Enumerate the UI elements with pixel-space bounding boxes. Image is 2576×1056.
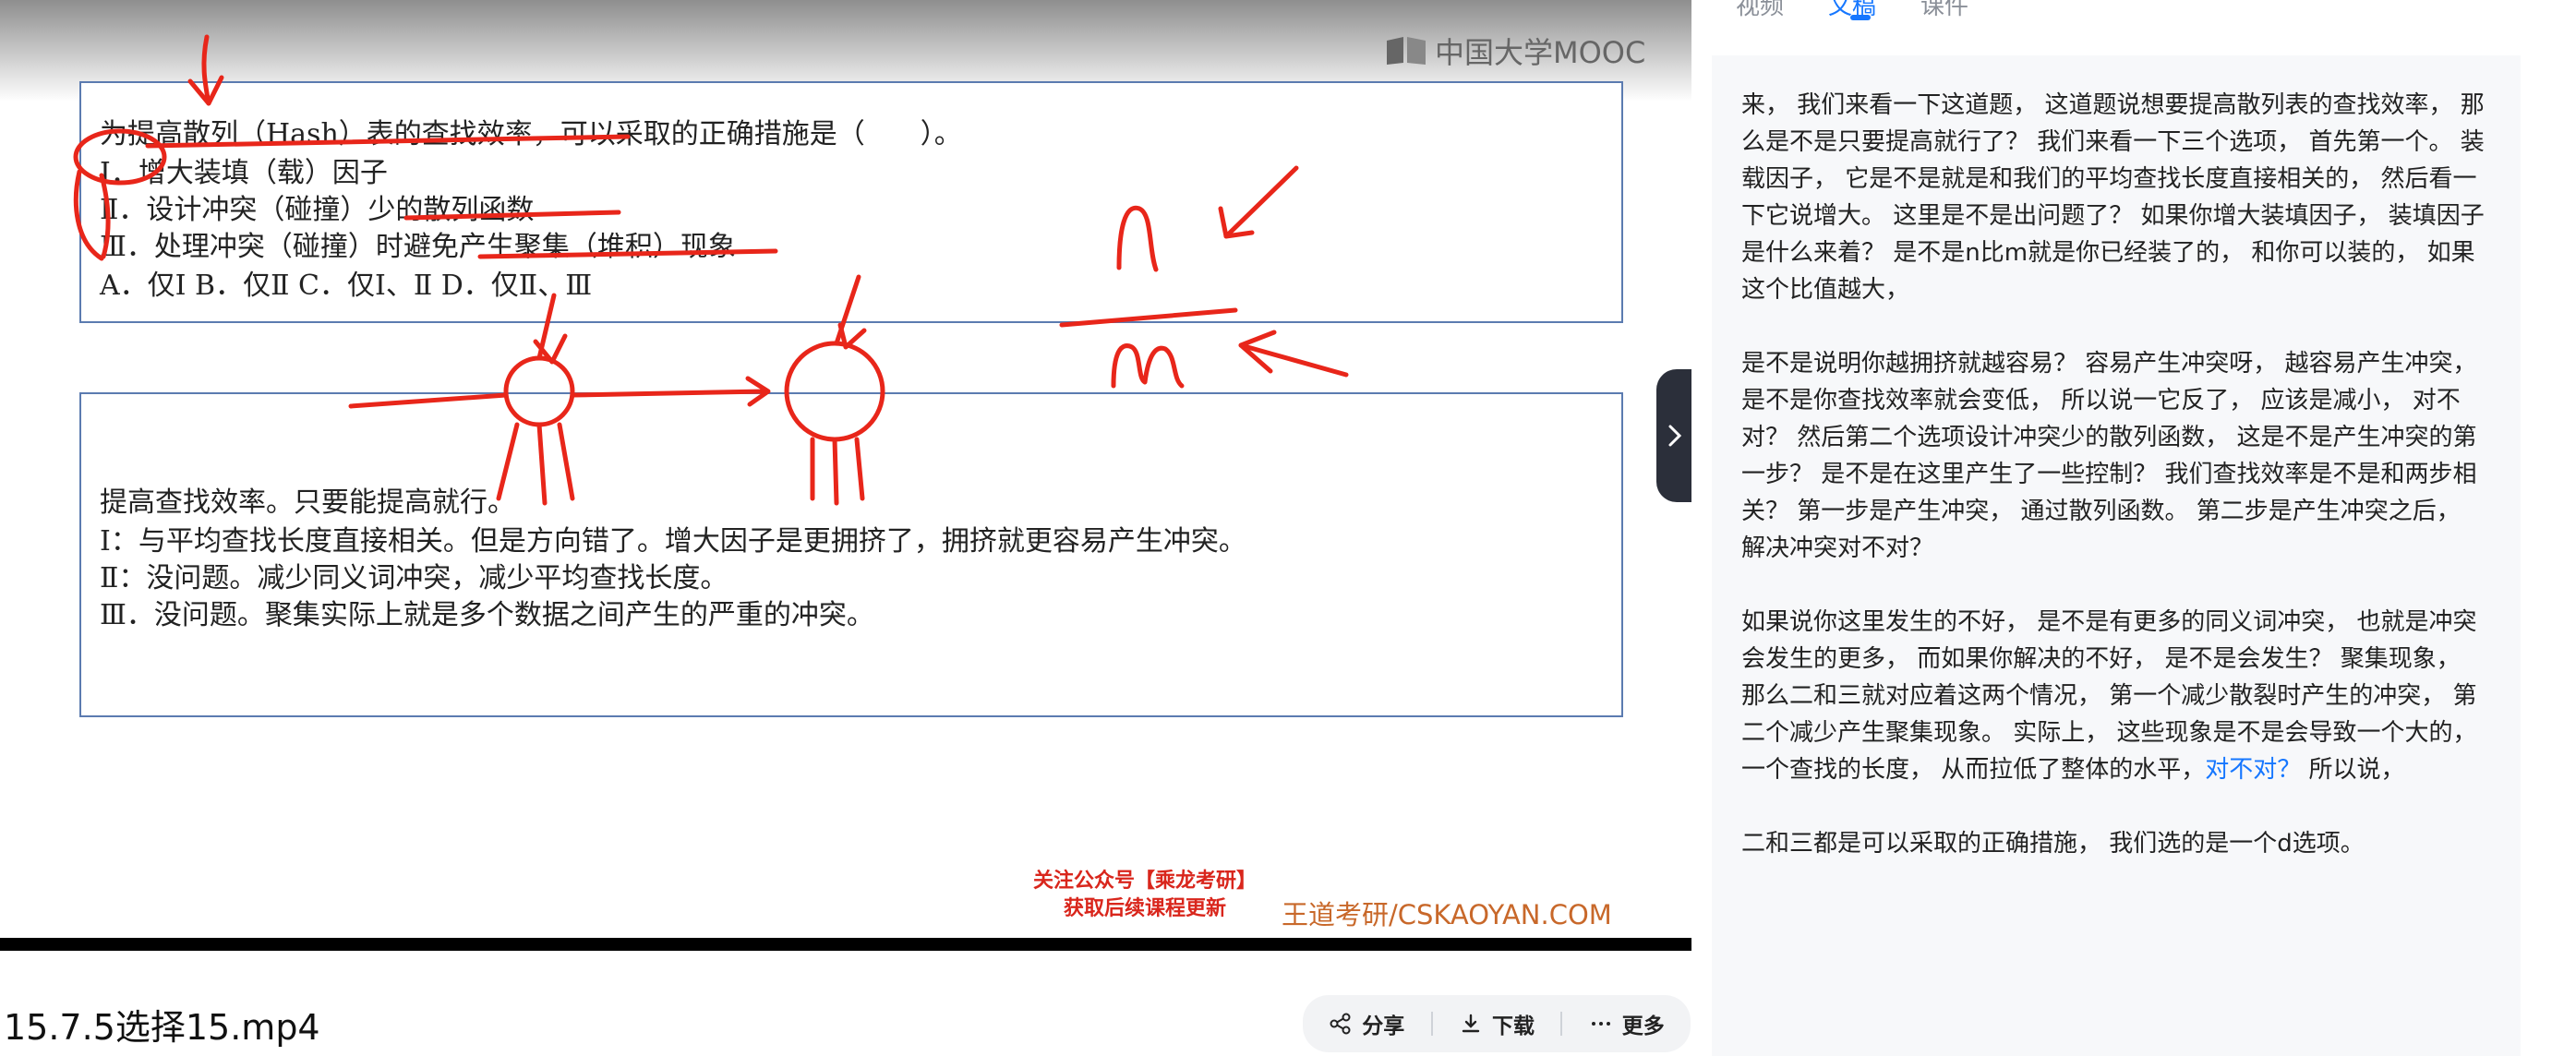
promo-line-1: 关注公众号【乘龙考研】	[1032, 870, 1257, 893]
transcript-paragraph: 如果说你这里发生的不好， 是不是有更多的同义词冲突， 也就是冲突会发生的更多， …	[1741, 604, 2491, 788]
transcript-paragraph: 是不是说明你越拥挤就越容易？ 容易产生冲突呀， 越容易产生冲突， 是不是你查找效…	[1741, 350, 2477, 562]
file-title: 15.7.5选择15.mp4	[4, 1007, 320, 1048]
download-icon	[1462, 1014, 1480, 1033]
more-label: 更多	[1621, 1014, 1665, 1038]
promo-line-2: 获取后续课程更新	[1063, 897, 1226, 920]
transcript-paragraph: 二和三都是可以采取的正确措施， 我们选的是一个d选项。	[1741, 830, 2365, 858]
transcript-text: 所以说，	[2301, 756, 2405, 784]
download-label: 下载	[1491, 1014, 1535, 1038]
transcript-current-phrase[interactable]: 对不对？	[2205, 756, 2301, 784]
share-button[interactable]: 分享	[1329, 1008, 1404, 1039]
divider	[1560, 1012, 1563, 1036]
action-bar: 分享 下载 更多	[1303, 995, 1691, 1052]
share-icon	[1330, 1013, 1351, 1035]
share-label: 分享	[1362, 1014, 1405, 1038]
divider	[1430, 1012, 1433, 1036]
tab-video[interactable]: 视频	[1736, 0, 1784, 20]
video-player[interactable]: 中国大学MOOC 为提高散列（Hash）表的查找效率，可以采取的正确措施是（ ）…	[0, 0, 1691, 938]
transcript-panel[interactable]: 来， 我们来看一下这道题， 这道题说想要提高散列表的查找效率， 那么是不是只要提…	[1712, 55, 2521, 1056]
side-tabs: 视频 文稿 课件	[1736, 0, 1968, 20]
tab-transcript[interactable]: 文稿	[1828, 0, 1876, 20]
video-progress-bar[interactable]	[0, 938, 1691, 951]
app-root: 中国大学MOOC 为提高散列（Hash）表的查找效率，可以采取的正确措施是（ ）…	[0, 0, 2576, 1056]
transcript-paragraph: 来， 我们来看一下这道题， 这道题说想要提高散列表的查找效率， 那么是不是只要提…	[1741, 91, 2485, 304]
watermark: 王道考研/CSKAOYAN.COM	[1282, 899, 1612, 930]
active-tab-indicator	[1850, 15, 1871, 20]
collapse-panel-button[interactable]	[1656, 369, 1691, 502]
download-button[interactable]: 下载	[1459, 1008, 1535, 1039]
promo-text: 关注公众号【乘龙考研】 获取后续课程更新	[960, 868, 1330, 923]
chevron-right-icon	[1668, 425, 1682, 447]
ink-annotations	[73, 34, 1349, 506]
tab-courseware[interactable]: 课件	[1920, 0, 1968, 20]
more-button[interactable]: 更多	[1589, 1008, 1665, 1039]
more-icon	[1591, 1022, 1610, 1026]
